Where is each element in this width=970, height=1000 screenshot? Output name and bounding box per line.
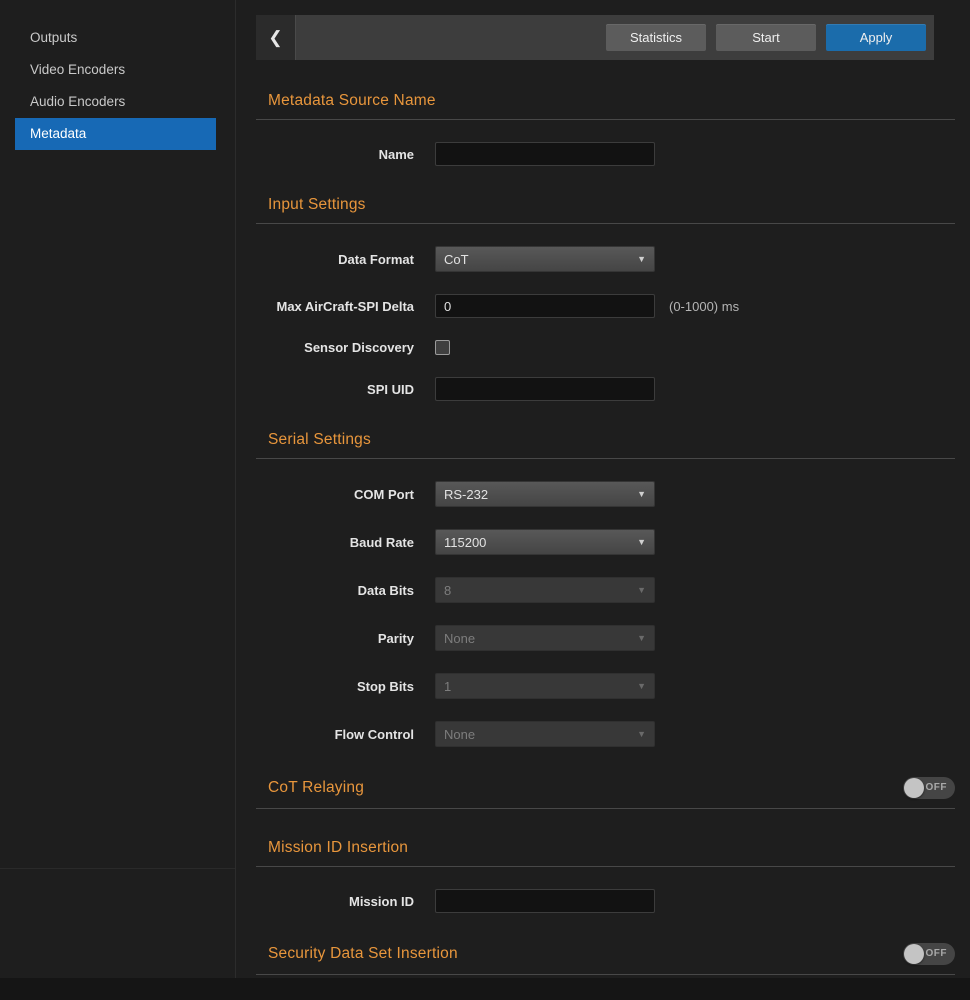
flow-control-value: None [444,727,475,742]
com-port-label: COM Port [256,487,414,502]
com-port-row: COM Port RS-232 ▼ [256,481,955,507]
section-title-input-settings: Input Settings [256,196,366,214]
name-label: Name [256,147,414,162]
sidebar-divider [0,868,235,869]
stop-bits-row: Stop Bits 1 ▼ [256,673,955,699]
mission-id-label: Mission ID [256,894,414,909]
sidebar-item-metadata[interactable]: Metadata [15,118,216,150]
spi-uid-input[interactable] [435,377,655,401]
start-button[interactable]: Start [716,24,816,51]
data-bits-row: Data Bits 8 ▼ [256,577,955,603]
sidebar: Outputs Video Encoders Audio Encoders Me… [0,0,236,978]
data-bits-label: Data Bits [256,583,414,598]
flow-control-label: Flow Control [256,727,414,742]
data-format-label: Data Format [256,252,414,267]
stop-bits-label: Stop Bits [256,679,414,694]
data-bits-value: 8 [444,583,451,598]
baud-rate-label: Baud Rate [256,535,414,550]
apply-button[interactable]: Apply [826,24,926,51]
spi-uid-label: SPI UID [256,382,414,397]
statistics-button[interactable]: Statistics [606,24,706,51]
section-head-cot-relaying: CoT Relaying OFF [256,777,955,809]
section-head-metadata-source-name: Metadata Source Name [256,92,955,120]
caret-down-icon: ▼ [637,489,646,499]
caret-down-icon: ▼ [637,729,646,739]
parity-label: Parity [256,631,414,646]
stop-bits-value: 1 [444,679,451,694]
sidebar-item-outputs[interactable]: Outputs [15,22,216,54]
sidebar-item-video-encoders[interactable]: Video Encoders [15,54,216,86]
baud-rate-select[interactable]: 115200 ▼ [435,529,655,555]
max-aircraft-spi-delta-row: Max AirCraft-SPI Delta (0-1000) ms [256,294,955,318]
max-aircraft-spi-delta-label: Max AirCraft-SPI Delta [256,299,414,314]
parity-select: None ▼ [435,625,655,651]
data-bits-select: 8 ▼ [435,577,655,603]
sidebar-item-audio-encoders[interactable]: Audio Encoders [15,86,216,118]
baud-rate-value: 115200 [444,535,486,550]
name-input[interactable] [435,142,655,166]
sensor-discovery-label: Sensor Discovery [256,340,414,355]
app-root: Outputs Video Encoders Audio Encoders Me… [0,0,970,978]
section-title-mission-id-insertion: Mission ID Insertion [256,839,408,857]
parity-value: None [444,631,475,646]
name-row: Name [256,142,955,166]
section-head-mission-id-insertion: Mission ID Insertion [256,839,955,867]
section-title-metadata-source-name: Metadata Source Name [256,92,436,110]
section-head-security-data-set-insertion: Security Data Set Insertion OFF [256,943,955,975]
cot-relaying-toggle[interactable]: OFF [903,777,955,799]
flow-control-select: None ▼ [435,721,655,747]
data-format-select[interactable]: CoT ▼ [435,246,655,272]
section-title-cot-relaying: CoT Relaying [256,779,364,797]
caret-down-icon: ▼ [637,585,646,595]
toggle-knob [904,778,924,798]
section-title-serial-settings: Serial Settings [256,431,371,449]
mission-id-row: Mission ID [256,889,955,913]
section-head-serial-settings: Serial Settings [256,431,955,459]
caret-down-icon: ▼ [637,254,646,264]
sensor-discovery-row: Sensor Discovery [256,340,955,355]
com-port-select[interactable]: RS-232 ▼ [435,481,655,507]
toggle-knob [904,944,924,964]
security-data-set-toggle[interactable]: OFF [903,943,955,965]
max-aircraft-spi-delta-input[interactable] [435,294,655,318]
caret-down-icon: ▼ [637,537,646,547]
max-aircraft-spi-delta-hint: (0-1000) ms [669,299,739,314]
toolbar: ❮ Statistics Start Apply [256,15,934,60]
flow-control-row: Flow Control None ▼ [256,721,955,747]
spi-uid-row: SPI UID [256,377,955,401]
back-button[interactable]: ❮ [256,15,296,60]
caret-down-icon: ▼ [637,681,646,691]
sensor-discovery-checkbox[interactable] [435,340,450,355]
parity-row: Parity None ▼ [256,625,955,651]
data-format-row: Data Format CoT ▼ [256,246,955,272]
toolbar-actions: Statistics Start Apply [606,24,934,51]
toggle-state-label: OFF [926,943,948,965]
stop-bits-select: 1 ▼ [435,673,655,699]
com-port-value: RS-232 [444,487,488,502]
main-content: ❮ Statistics Start Apply Metadata Source… [236,0,970,978]
caret-down-icon: ▼ [637,633,646,643]
mission-id-input[interactable] [435,889,655,913]
chevron-left-icon: ❮ [268,28,282,48]
data-format-value: CoT [444,252,469,267]
section-head-input-settings: Input Settings [256,196,955,224]
baud-rate-row: Baud Rate 115200 ▼ [256,529,955,555]
toggle-state-label: OFF [926,777,948,799]
section-title-security-data-set-insertion: Security Data Set Insertion [256,945,458,963]
